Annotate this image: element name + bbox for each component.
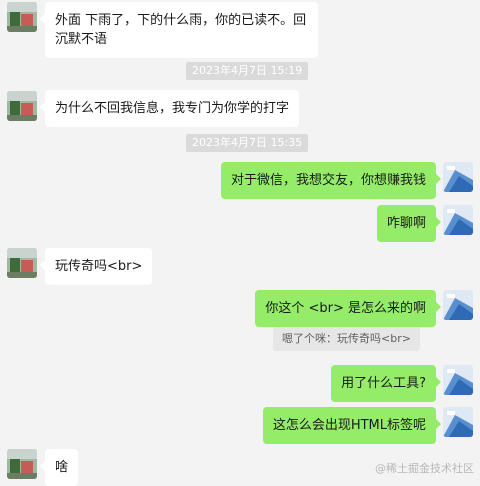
self-avatar-image xyxy=(443,162,473,192)
message-bubble-sent[interactable]: 对于微信，我想交友，你想赚我钱 xyxy=(220,162,442,199)
message-text: 咋聊啊 xyxy=(386,216,426,231)
self-avatar[interactable] xyxy=(443,205,473,235)
message-bubble-received[interactable]: 啥 xyxy=(39,449,79,486)
watermark: @稀土掘金技术社区 xyxy=(375,462,474,475)
message-text: 外面 下雨了，下的什么雨，你的已读不。回沉默不语 xyxy=(55,13,307,47)
message-bubble-received[interactable]: 为什么不回我信息，我专门为你学的打字 xyxy=(39,90,300,127)
contact-avatar-image xyxy=(7,449,37,479)
contact-avatar-image xyxy=(7,2,37,32)
contact-avatar[interactable] xyxy=(7,2,37,32)
message-bubble-sent[interactable]: 你这个 <br> 是怎么来的啊 xyxy=(255,290,441,327)
timestamp: 2023年4月7日 15:35 xyxy=(186,134,309,152)
message-text: 你这个 <br> 是怎么来的啊 xyxy=(265,301,426,316)
message-bubble-received[interactable]: 玩传奇吗<br> xyxy=(39,248,153,285)
self-avatar-image xyxy=(443,365,473,395)
timestamp: 2023年4月7日 15:19 xyxy=(186,62,309,80)
contact-avatar[interactable] xyxy=(7,449,37,479)
self-avatar[interactable] xyxy=(443,407,473,437)
contact-avatar[interactable] xyxy=(7,91,37,121)
quoted-message[interactable]: 嗯了个咪：玩传奇吗<br> xyxy=(273,327,420,351)
self-avatar-image xyxy=(443,205,473,235)
message-bubble-sent[interactable]: 咋聊啊 xyxy=(376,205,442,242)
contact-avatar-image xyxy=(7,248,37,278)
message-text: 玩传奇吗<br> xyxy=(55,259,143,274)
self-avatar-image xyxy=(443,407,473,437)
message-bubble-sent[interactable]: 这怎么会出现HTML标签呢 xyxy=(262,407,442,444)
contact-avatar[interactable] xyxy=(7,248,37,278)
message-text: 对于微信，我想交友，你想赚我钱 xyxy=(230,173,426,188)
message-bubble-sent[interactable]: 用了什么工具? xyxy=(331,365,441,402)
message-text: 啥 xyxy=(55,460,69,475)
contact-avatar-image xyxy=(7,91,37,121)
self-avatar[interactable] xyxy=(443,162,473,192)
message-text: 这怎么会出现HTML标签呢 xyxy=(272,418,426,433)
self-avatar-image xyxy=(443,290,473,320)
self-avatar[interactable] xyxy=(443,365,473,395)
message-text: 用了什么工具? xyxy=(341,376,426,391)
message-text: 为什么不回我信息，我专门为你学的打字 xyxy=(55,101,290,116)
message-bubble-received[interactable]: 外面 下雨了，下的什么雨，你的已读不。回沉默不语 xyxy=(40,2,318,58)
self-avatar[interactable] xyxy=(443,290,473,320)
